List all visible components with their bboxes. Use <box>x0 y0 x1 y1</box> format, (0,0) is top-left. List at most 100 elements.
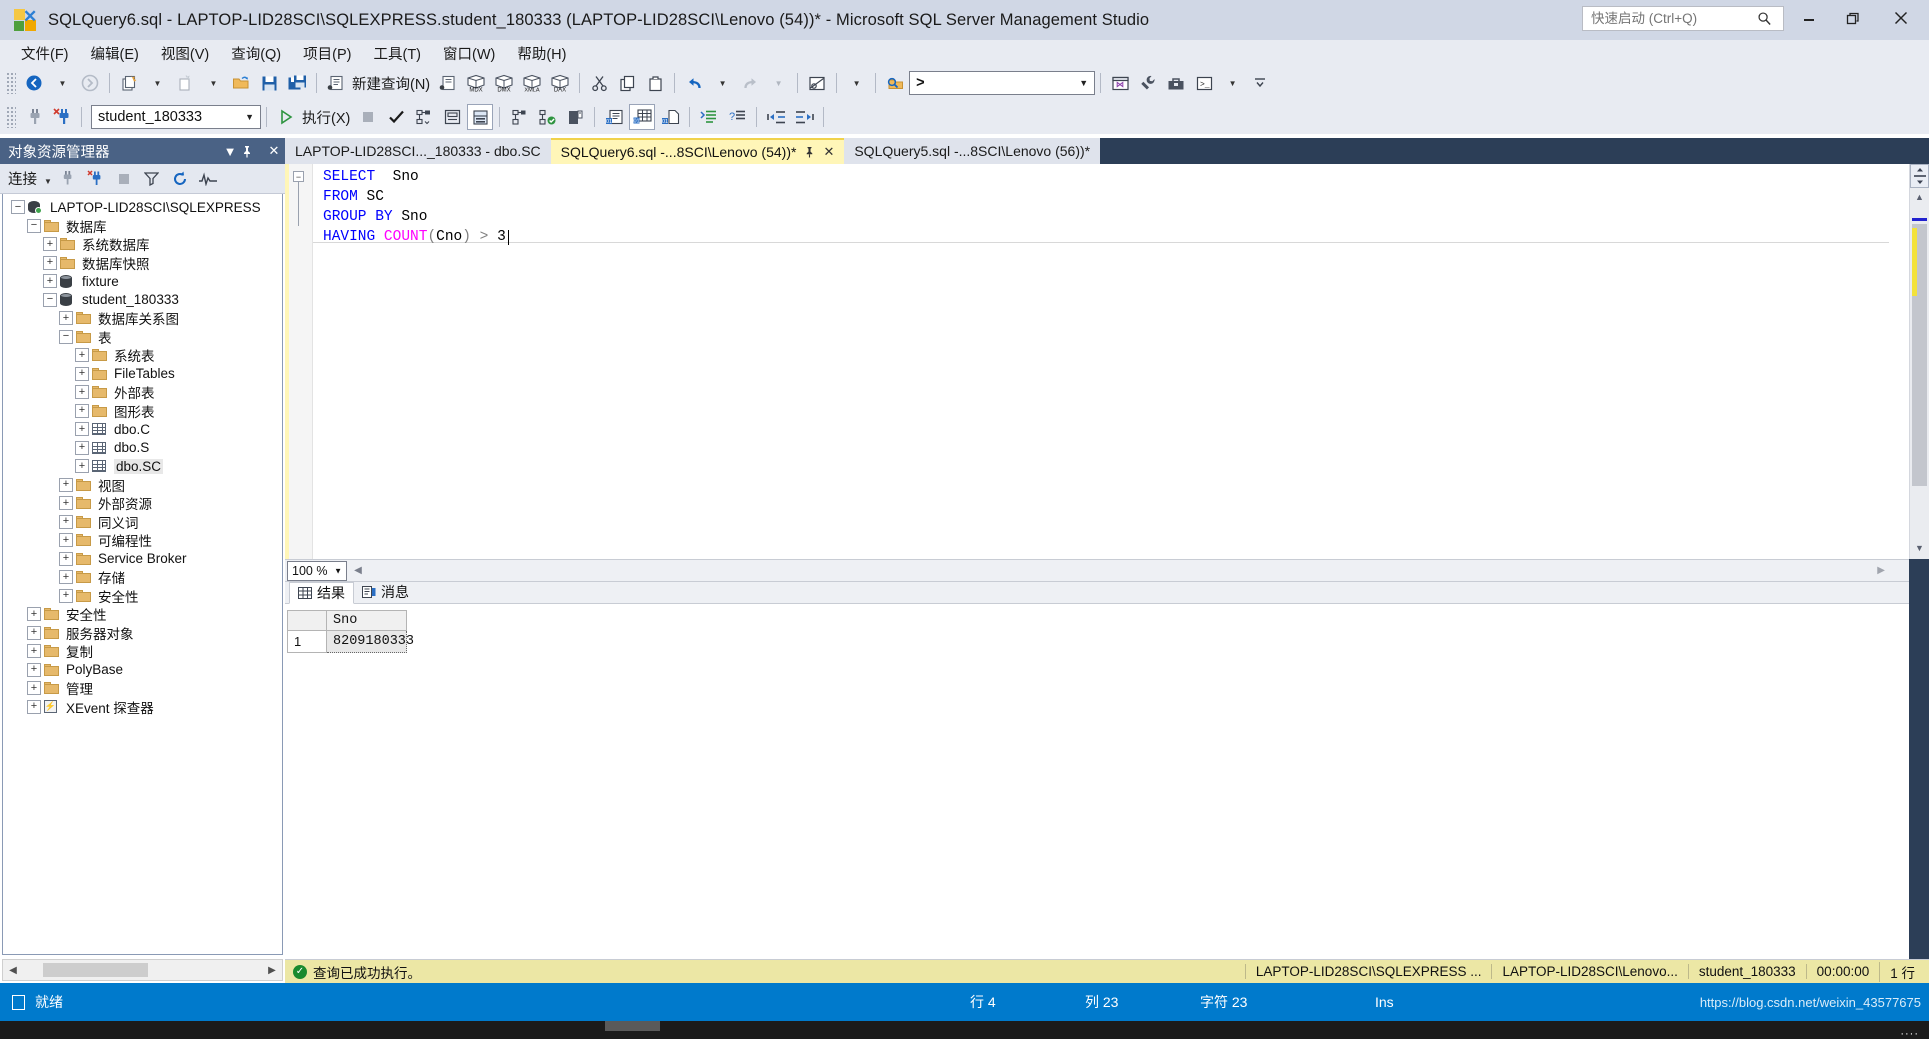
new-item-dropdown[interactable]: ▼ <box>200 70 226 96</box>
filter-icon[interactable] <box>139 167 165 191</box>
database-combo[interactable]: student_180333 ▼ <box>91 105 261 129</box>
tree-node[interactable]: + PolyBase <box>3 661 282 680</box>
tree-node[interactable]: + 数据库关系图 <box>3 309 282 328</box>
expand-icon[interactable]: + <box>59 496 73 511</box>
expand-icon[interactable]: + <box>59 477 73 492</box>
command-window-dropdown[interactable]: ▼ <box>1219 70 1245 96</box>
menu-tools[interactable]: 工具(T) <box>362 41 432 66</box>
tree-node[interactable]: + dbo.S <box>3 439 282 458</box>
navigate-forward-icon[interactable] <box>77 70 103 96</box>
expand-icon[interactable]: + <box>75 366 89 381</box>
tree-node[interactable]: − LAPTOP-LID28SCI\SQLEXPRESS <box>3 198 282 217</box>
toolbox-icon[interactable] <box>1163 70 1189 96</box>
chevron-down-icon[interactable]: ▼ <box>1079 78 1088 88</box>
include-live-stats-icon[interactable] <box>534 104 560 130</box>
tree-node[interactable]: + 视图 <box>3 476 282 495</box>
tree-node[interactable]: + 图形表 <box>3 402 282 421</box>
row-number[interactable]: 1 <box>287 631 327 653</box>
expand-icon[interactable]: + <box>59 551 73 566</box>
menu-help[interactable]: 帮助(H) <box>506 41 577 66</box>
expand-icon[interactable]: + <box>59 533 73 548</box>
expand-icon[interactable]: + <box>43 274 57 289</box>
execute-icon[interactable] <box>273 104 299 130</box>
expand-icon[interactable]: + <box>27 607 41 622</box>
grid-cell[interactable]: 8209180333 <box>327 631 414 653</box>
toolbar-grip[interactable] <box>6 72 16 94</box>
minimize-button[interactable] <box>1789 4 1829 32</box>
chevron-down-icon[interactable]: ▼ <box>334 566 342 575</box>
tree-node[interactable]: − student_180333 <box>3 291 282 310</box>
expand-icon[interactable]: + <box>27 681 41 696</box>
paste-icon[interactable] <box>642 70 668 96</box>
tree-node[interactable]: − 数据库 <box>3 217 282 236</box>
command-window-icon[interactable]: >_ <box>1191 70 1217 96</box>
query-options-icon[interactable] <box>439 104 465 130</box>
scroll-up-icon[interactable]: ▲ <box>1910 188 1929 206</box>
tree-node[interactable]: + dbo.SC <box>3 457 282 476</box>
quick-launch-input[interactable] <box>1589 8 1757 29</box>
tree-node[interactable]: + 外部资源 <box>3 494 282 513</box>
stop-icon[interactable] <box>111 167 137 191</box>
results-grid[interactable]: Sno 1 8209180333 <box>287 610 414 653</box>
hscroll-left-icon[interactable]: ◀ <box>347 565 369 576</box>
maximize-button[interactable] <box>1833 4 1873 32</box>
close-icon[interactable]: ✕ <box>823 144 834 160</box>
comment-icon[interactable] <box>696 104 722 130</box>
tree-node[interactable]: + 存储 <box>3 568 282 587</box>
redo-dropdown[interactable]: ▼ <box>765 70 791 96</box>
scroll-right-icon[interactable]: ▶ <box>262 965 282 976</box>
parse-icon[interactable] <box>383 104 409 130</box>
expand-icon[interactable]: + <box>43 237 57 252</box>
scroll-down-icon[interactable]: ▼ <box>1912 539 1927 557</box>
collapse-icon[interactable]: − <box>11 200 25 215</box>
cut-icon[interactable] <box>586 70 612 96</box>
increase-indent-icon[interactable] <box>791 104 817 130</box>
database-statistics-icon[interactable] <box>562 104 588 130</box>
tree-node[interactable]: + Service Broker <box>3 550 282 569</box>
expand-icon[interactable]: + <box>27 699 41 714</box>
object-explorer-tree[interactable]: − LAPTOP-LID28SCI\SQLEXPRESS − 数据库 + 系统数据库 + 数据… <box>2 194 283 955</box>
new-xmla-query-icon[interactable]: XMLA <box>519 70 545 96</box>
close-button[interactable] <box>1881 4 1921 32</box>
menu-project[interactable]: 项目(P) <box>292 41 362 66</box>
tree-node[interactable]: + 系统表 <box>3 346 282 365</box>
stop-icon[interactable] <box>355 104 381 130</box>
redo-icon[interactable] <box>737 70 763 96</box>
undo-dropdown[interactable]: ▼ <box>709 70 735 96</box>
collapse-icon[interactable]: − <box>27 218 41 233</box>
tree-node[interactable]: + 安全性 <box>3 605 282 624</box>
new-dmx-query-icon[interactable]: DMX <box>491 70 517 96</box>
tree-node[interactable]: + 外部表 <box>3 383 282 402</box>
chevron-down-icon[interactable]: ▼ <box>245 112 254 122</box>
menu-edit[interactable]: 编辑(E) <box>80 41 150 66</box>
table-row[interactable]: 1 8209180333 <box>287 631 414 653</box>
new-query-icon[interactable] <box>323 70 349 96</box>
chevron-down-icon[interactable]: ▼ <box>219 144 241 159</box>
connect-object-icon[interactable] <box>55 167 81 191</box>
tree-node[interactable]: + ⚡ XEvent 探查器 <box>3 698 282 717</box>
object-explorer-hscrollbar[interactable]: ◀ ▶ <box>2 959 283 981</box>
toolbar-overflow-dropdown[interactable]: ▼ <box>843 70 869 96</box>
scroll-thumb[interactable] <box>43 963 148 977</box>
uncomment-icon[interactable]: ? <box>724 104 750 130</box>
close-icon[interactable]: ✕ <box>263 143 285 159</box>
expand-icon[interactable]: + <box>27 644 41 659</box>
toolbar-options-icon[interactable] <box>1247 70 1273 96</box>
display-estimated-plan-icon[interactable] <box>411 104 437 130</box>
pin-icon[interactable] <box>241 145 263 158</box>
tree-node[interactable]: + 系统数据库 <box>3 235 282 254</box>
scroll-thumb[interactable] <box>1912 218 1927 486</box>
results-to-text-icon[interactable]: 01 <box>601 104 627 130</box>
tree-node[interactable]: + FileTables <box>3 365 282 384</box>
expand-icon[interactable]: + <box>59 570 73 585</box>
navigate-back-icon[interactable] <box>21 70 47 96</box>
pin-icon[interactable] <box>804 146 815 158</box>
scroll-left-icon[interactable]: ◀ <box>3 965 23 976</box>
tab-results[interactable]: 结果 <box>289 582 354 604</box>
disconnect-icon[interactable] <box>49 104 75 130</box>
command-combo[interactable]: > ▼ <box>909 71 1096 95</box>
expand-icon[interactable]: + <box>75 403 89 418</box>
tree-node[interactable]: − 表 <box>3 328 282 347</box>
navigate-back-dropdown[interactable]: ▼ <box>49 70 75 96</box>
find-command-icon[interactable] <box>882 70 908 96</box>
